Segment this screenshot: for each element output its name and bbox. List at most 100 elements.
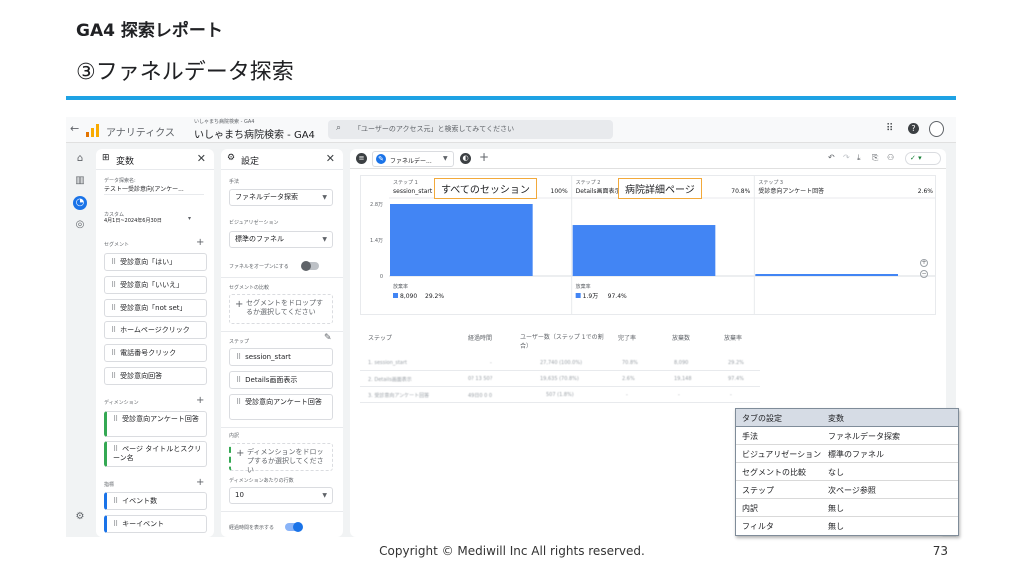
table-cell: 70.8% — [622, 360, 638, 366]
tab-funnel[interactable]: ✎ ファネルデー... ▼ — [372, 151, 454, 167]
zoom-in-icon[interactable]: + — [920, 259, 928, 267]
dimension-chip[interactable]: ⠿ ページ タイトルとスクリーン名 — [104, 441, 207, 467]
search-icon: ⌕ — [336, 123, 342, 133]
table-cell: 49日0 0 0 — [468, 393, 493, 399]
table-cell: 2. Details画面表示 — [368, 377, 412, 383]
add-metric-icon[interactable]: + — [196, 477, 204, 488]
segment-drop-zone[interactable]: + セグメントをドロップするか選択してください — [229, 294, 333, 324]
variables-icon: ⊞ — [102, 153, 110, 163]
rows-per-dimension-select[interactable]: 10 ▼ — [229, 487, 333, 504]
tab-menu-icon[interactable]: ≡ — [356, 153, 367, 164]
table-cell: 0? 13 50? — [468, 376, 493, 382]
abandon-swatch — [575, 293, 581, 298]
home-icon[interactable]: ⌂ — [74, 153, 86, 165]
step-percent-label: 2.6% — [918, 188, 934, 195]
step-chip[interactable]: ⠿ session_start — [229, 348, 333, 366]
metric-chip[interactable]: ⠿ イベント数 — [104, 492, 207, 510]
add-tab-icon[interactable]: + — [479, 150, 489, 164]
metric-chip[interactable]: ⠿ キーイベント — [104, 515, 207, 533]
rows-per-dimension-label: ディメンションあたりの行数 — [229, 478, 294, 484]
dimension-chip[interactable]: ⠿ 受診意向アンケート回答 — [104, 411, 207, 437]
callout-all-sessions: すべてのセッション — [434, 178, 537, 199]
technique-select[interactable]: ファネルデータ探索 ▼ — [229, 189, 333, 206]
segment-chip[interactable]: ⠿ 受診意向「not set」 — [104, 299, 207, 317]
table-cell: 1. session_start — [368, 360, 408, 366]
variables-panel: ⊞ 変数 ✕ データ探索名: テスト一受診意向(アンケー... カスタム 4月1… — [96, 149, 214, 537]
help-icon[interactable]: ? — [908, 123, 919, 134]
visualization-label: ビジュアリゼーション — [229, 220, 279, 226]
advertising-icon[interactable]: ◎ — [74, 219, 86, 231]
undo-icon[interactable]: ↶ — [828, 153, 835, 162]
export-folder-icon[interactable]: ⎘ — [872, 153, 878, 163]
status-check-icon[interactable]: ✓ ▾ — [905, 152, 941, 165]
data-name-value[interactable]: テスト一受診意向(アンケー... — [104, 184, 184, 193]
metric-label: キーイベント — [122, 520, 165, 528]
abandon-count: 8,090 — [400, 293, 417, 300]
chevron-down-icon: ▼ — [443, 155, 448, 162]
abandon-rate: 29.2% — [425, 293, 444, 300]
zoom-out-icon[interactable]: − — [920, 270, 928, 278]
table-header: 放棄率 — [724, 335, 743, 342]
settings-key: セグメントの比較 — [742, 468, 806, 477]
table-header: 経過時間 — [468, 335, 493, 342]
technique-value: ファネルデータ探索 — [235, 193, 298, 201]
table-cell: 8,090 — [674, 360, 689, 366]
apps-grid-icon[interactable]: ⠿ — [886, 123, 893, 134]
settings-panel: ⚙ 設定 ✕ 手法 ファネルデータ探索 ▼ ビジュアリゼーション 標準のファネル ▼… — [221, 149, 343, 537]
close-icon[interactable]: ✕ — [197, 152, 206, 165]
step-percent-label: 100% — [551, 188, 568, 195]
segment-chip[interactable]: ⠿ 受診意向回答 — [104, 367, 207, 385]
tab-options-icon[interactable]: ◐ — [460, 153, 471, 164]
search-input[interactable]: 「ユーザーのアクセス元」と検索してみてください — [328, 120, 613, 139]
segment-chip[interactable]: ⠿ 受診意向「いいえ」 — [104, 276, 207, 294]
reports-icon[interactable]: ▥ — [74, 175, 86, 187]
table-cell: - — [730, 392, 732, 398]
table-row[interactable]: 1. session_start - 27,740 (100.0%) 70.8%… — [360, 355, 760, 371]
admin-gear-icon[interactable]: ⚙ — [74, 511, 86, 523]
add-segment-icon[interactable]: + — [196, 237, 204, 248]
share-user-icon[interactable]: ⚇ — [887, 153, 894, 162]
table-cell: - — [678, 392, 680, 398]
close-icon[interactable]: ✕ — [326, 152, 335, 165]
edit-pencil-icon[interactable]: ✎ — [324, 333, 332, 343]
segment-chip[interactable]: ⠿ ホームページクリック — [104, 321, 207, 339]
table-row[interactable]: 2. Details画面表示 0? 13 50? 19,635 (70.8%) … — [360, 371, 760, 387]
avatar[interactable] — [929, 121, 944, 137]
chevron-down-icon: ▼ — [322, 492, 327, 499]
segment-chip[interactable]: ⠿ 受診意向「はい」 — [104, 253, 207, 271]
step-chip[interactable]: ⠿ Details画面表示 — [229, 371, 333, 389]
metric-label: イベント数 — [122, 497, 158, 505]
settings-value: ファネルデータ探索 — [828, 432, 900, 441]
table-header: 放棄数 — [672, 335, 691, 342]
step-name-label: 受診意向アンケート回答 — [758, 187, 824, 195]
property-selector[interactable]: いしゃまち病院検索 - GA4 — [194, 126, 315, 141]
redo-icon[interactable]: ↷ — [843, 153, 850, 162]
segment-chip[interactable]: ⠿ 電話番号クリック — [104, 344, 207, 362]
visualization-select[interactable]: 標準のファネル ▼ — [229, 231, 333, 248]
explore-icon[interactable]: ◔ — [73, 196, 87, 210]
add-dimension-icon[interactable]: + — [196, 395, 204, 406]
slide-title: GA4 探索レポート — [76, 21, 223, 41]
arrow-left-icon[interactable]: ← — [70, 122, 79, 135]
chevron-down-icon[interactable]: ▾ — [188, 215, 191, 222]
settings-value: 次ページ参照 — [828, 486, 876, 495]
step-number-label: ステップ 3 — [758, 180, 783, 186]
download-icon[interactable]: ⤓ — [857, 153, 861, 163]
settings-value: 標準のファネル — [828, 450, 884, 459]
segment-compare-label: セグメントの比較 — [229, 285, 270, 291]
chevron-down-icon: ▼ — [322, 194, 327, 201]
y-tick-label: 1.4万 — [370, 238, 383, 244]
table-row[interactable]: 3. 受診意向アンケート回答 49日0 0 0 507 (1.8%) - - - — [360, 387, 760, 403]
open-funnel-toggle[interactable] — [301, 261, 319, 271]
step-chip[interactable]: ⠿ 受診意向アンケート回答 — [229, 394, 333, 420]
show-elapsed-toggle[interactable] — [285, 522, 303, 532]
table-cell: 19,635 (70.8%) — [540, 376, 579, 382]
date-range-value[interactable]: 4月1日~2024年6月30日 — [104, 217, 162, 224]
dimension-drop-zone[interactable]: + ディメンションをドロップするか選択してください — [229, 443, 333, 474]
dimension-label: 受診意向アンケート回答 — [122, 415, 199, 423]
step-label: session_start — [245, 353, 291, 361]
step-label: 受診意向アンケート回答 — [245, 398, 322, 406]
account-path[interactable]: いしゃまち病院検索 - GA4 — [194, 118, 254, 125]
open-funnel-label: ファネルをオープンにする — [229, 264, 289, 270]
settings-key: ビジュアリゼーション — [742, 450, 822, 459]
